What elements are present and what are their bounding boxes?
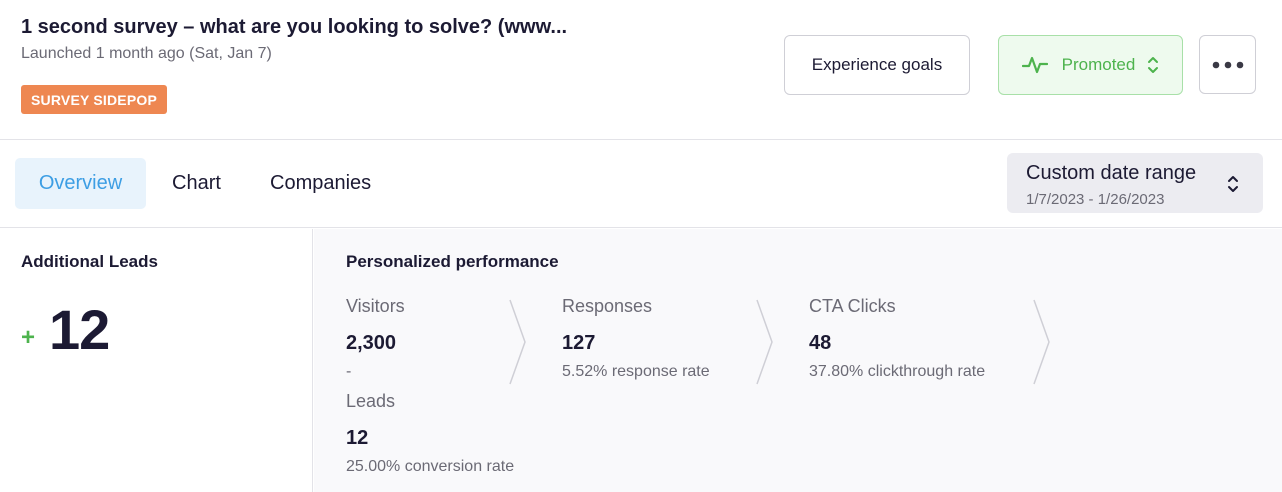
metric-label: CTA Clicks (809, 296, 896, 316)
metric-rate: - (346, 363, 352, 380)
experience-title: 1 second survey – what are you looking t… (21, 16, 568, 38)
funnel-chevron-icon (509, 299, 526, 385)
launch-info: Launched 1 month ago (Sat, Jan 7) (21, 45, 272, 62)
more-options-button[interactable] (1199, 35, 1256, 94)
tabs-bar: Overview Chart Companies Custom date ran… (0, 140, 1282, 228)
date-range-label: Custom date range (1026, 162, 1197, 184)
tab-overview[interactable]: Overview (15, 158, 146, 209)
metric-rate: 25.00% conversion rate (346, 458, 515, 475)
funnel-chevron-icon (756, 299, 773, 385)
tab-chart[interactable]: Chart (172, 158, 221, 209)
experience-header: 1 second survey – what are you looking t… (0, 0, 1282, 140)
metric-label: Leads (346, 391, 396, 411)
funnel-chevron-icon (1033, 299, 1050, 385)
metric-leads: Leads 12 25.00% conversion rate (346, 391, 514, 476)
activity-pulse-icon (1021, 55, 1048, 75)
metric-cta-clicks: CTA Clicks 48 37.80% clickthrough rate (809, 296, 985, 381)
select-arrows-icon (1147, 54, 1159, 76)
experience-goals-button[interactable]: Experience goals (784, 35, 970, 95)
promoted-label: Promoted (1061, 55, 1136, 74)
personalized-performance-panel: Personalized performance Visitors 2,300 … (314, 229, 1282, 492)
date-range-select[interactable]: Custom date range 1/7/2023 - 1/26/2023 (1007, 153, 1263, 213)
metric-responses: Responses 127 5.52% response rate (562, 296, 710, 381)
experience-type-badge: SURVEY SIDEPOP (21, 85, 167, 114)
metric-rate: 5.52% response rate (562, 363, 710, 380)
select-arrows-icon (1227, 172, 1239, 196)
metric-rate: 37.80% clickthrough rate (809, 363, 986, 380)
more-dots-icon (1212, 56, 1244, 74)
metric-value: 2,300 (346, 332, 397, 354)
metric-value: 127 (562, 332, 596, 354)
metric-label: Responses (562, 296, 653, 316)
metric-label: Visitors (346, 296, 405, 316)
promoted-status-select[interactable]: Promoted (998, 35, 1183, 95)
additional-leads-value: 12 (49, 298, 110, 361)
metric-visitors: Visitors 2,300 - (346, 296, 405, 381)
metric-value: 48 (809, 332, 832, 354)
performance-title: Personalized performance (346, 252, 559, 271)
metric-value: 12 (346, 427, 369, 449)
additional-leads-panel: Additional Leads + 12 (0, 229, 313, 492)
date-range-value: 1/7/2023 - 1/26/2023 (1026, 191, 1165, 208)
additional-leads-title: Additional Leads (21, 252, 158, 271)
survey-report-page: 1 second survey – what are you looking t… (0, 0, 1282, 492)
plus-sign: + (21, 324, 36, 351)
tab-companies[interactable]: Companies (270, 158, 371, 209)
